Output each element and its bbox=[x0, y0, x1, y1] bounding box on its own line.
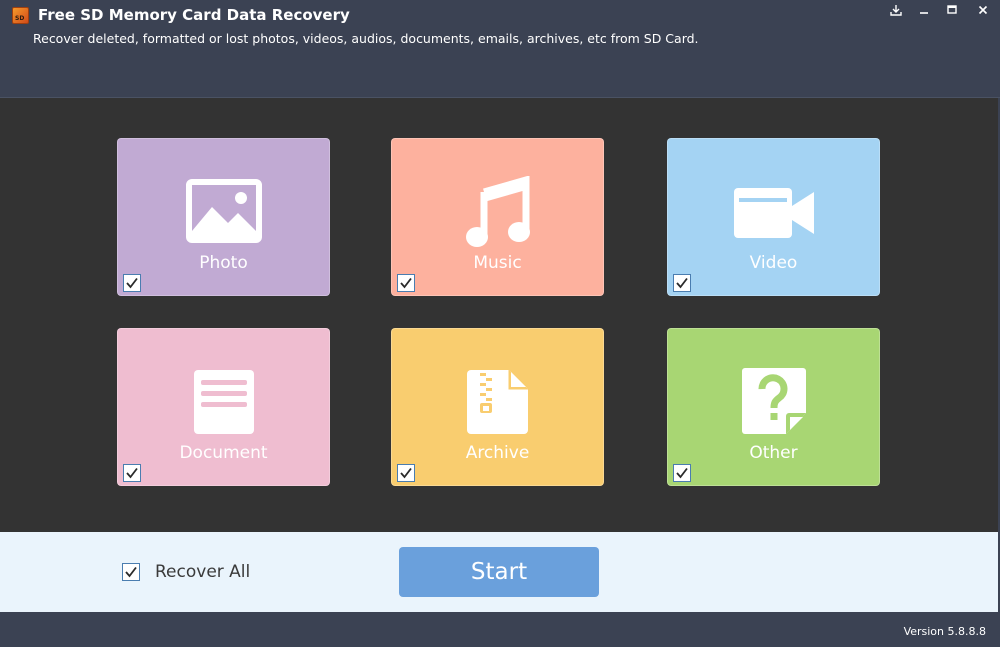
question-file-icon bbox=[741, 368, 806, 434]
minimize-icon bbox=[920, 12, 928, 14]
category-panel: Photo Music Video Document Archive Other bbox=[0, 98, 998, 532]
category-tile-other[interactable]: Other bbox=[667, 328, 880, 486]
category-checkbox-other[interactable] bbox=[673, 464, 691, 482]
window-subtitle: Recover deleted, formatted or lost photo… bbox=[33, 31, 699, 46]
music-note-icon bbox=[465, 176, 530, 247]
maximize-button[interactable] bbox=[938, 0, 966, 20]
photo-icon bbox=[185, 179, 262, 243]
category-tile-music[interactable]: Music bbox=[391, 138, 604, 296]
category-checkbox-music[interactable] bbox=[397, 274, 415, 292]
version-label: Version 5.8.8.8 bbox=[903, 625, 986, 638]
window-title: Free SD Memory Card Data Recovery bbox=[38, 6, 350, 24]
download-button[interactable] bbox=[882, 0, 910, 20]
category-label-music: Music bbox=[473, 253, 522, 273]
category-label-video: Video bbox=[749, 253, 798, 273]
close-icon bbox=[978, 5, 988, 15]
status-bar: Version 5.8.8.8 bbox=[0, 612, 1000, 647]
window-controls bbox=[882, 0, 1000, 20]
start-button[interactable]: Start bbox=[399, 547, 599, 597]
category-tile-document[interactable]: Document bbox=[117, 328, 330, 486]
category-checkbox-archive[interactable] bbox=[397, 464, 415, 482]
category-tile-photo[interactable]: Photo bbox=[117, 138, 330, 296]
category-checkbox-video[interactable] bbox=[673, 274, 691, 292]
title-bar: SD Free SD Memory Card Data Recovery Rec… bbox=[0, 0, 1000, 98]
app-window: SD Free SD Memory Card Data Recovery Rec… bbox=[0, 0, 1000, 647]
close-button[interactable] bbox=[966, 0, 1000, 20]
category-tile-archive[interactable]: Archive bbox=[391, 328, 604, 486]
action-bar: Recover All Start bbox=[0, 532, 998, 612]
checkmark-icon bbox=[676, 467, 688, 479]
app-logo-icon: SD bbox=[12, 7, 29, 24]
video-camera-icon bbox=[733, 188, 814, 238]
checkmark-icon bbox=[400, 467, 412, 479]
category-label-photo: Photo bbox=[199, 253, 248, 273]
category-tile-video[interactable]: Video bbox=[667, 138, 880, 296]
recover-all-checkbox[interactable] bbox=[122, 563, 140, 581]
checkmark-icon bbox=[126, 277, 138, 289]
recover-all-label[interactable]: Recover All bbox=[155, 562, 250, 582]
checkmark-icon bbox=[400, 277, 412, 289]
archive-zip-icon bbox=[466, 370, 528, 434]
minimize-button[interactable] bbox=[910, 0, 938, 20]
category-label-other: Other bbox=[749, 443, 798, 463]
checkmark-icon bbox=[126, 467, 138, 479]
maximize-icon bbox=[947, 5, 957, 14]
document-icon bbox=[193, 370, 254, 434]
download-icon bbox=[890, 5, 902, 16]
category-checkbox-photo[interactable] bbox=[123, 274, 141, 292]
checkmark-icon bbox=[676, 277, 688, 289]
category-label-document: Document bbox=[179, 443, 268, 463]
category-label-archive: Archive bbox=[465, 443, 530, 463]
category-checkbox-document[interactable] bbox=[123, 464, 141, 482]
checkmark-icon bbox=[125, 566, 137, 578]
